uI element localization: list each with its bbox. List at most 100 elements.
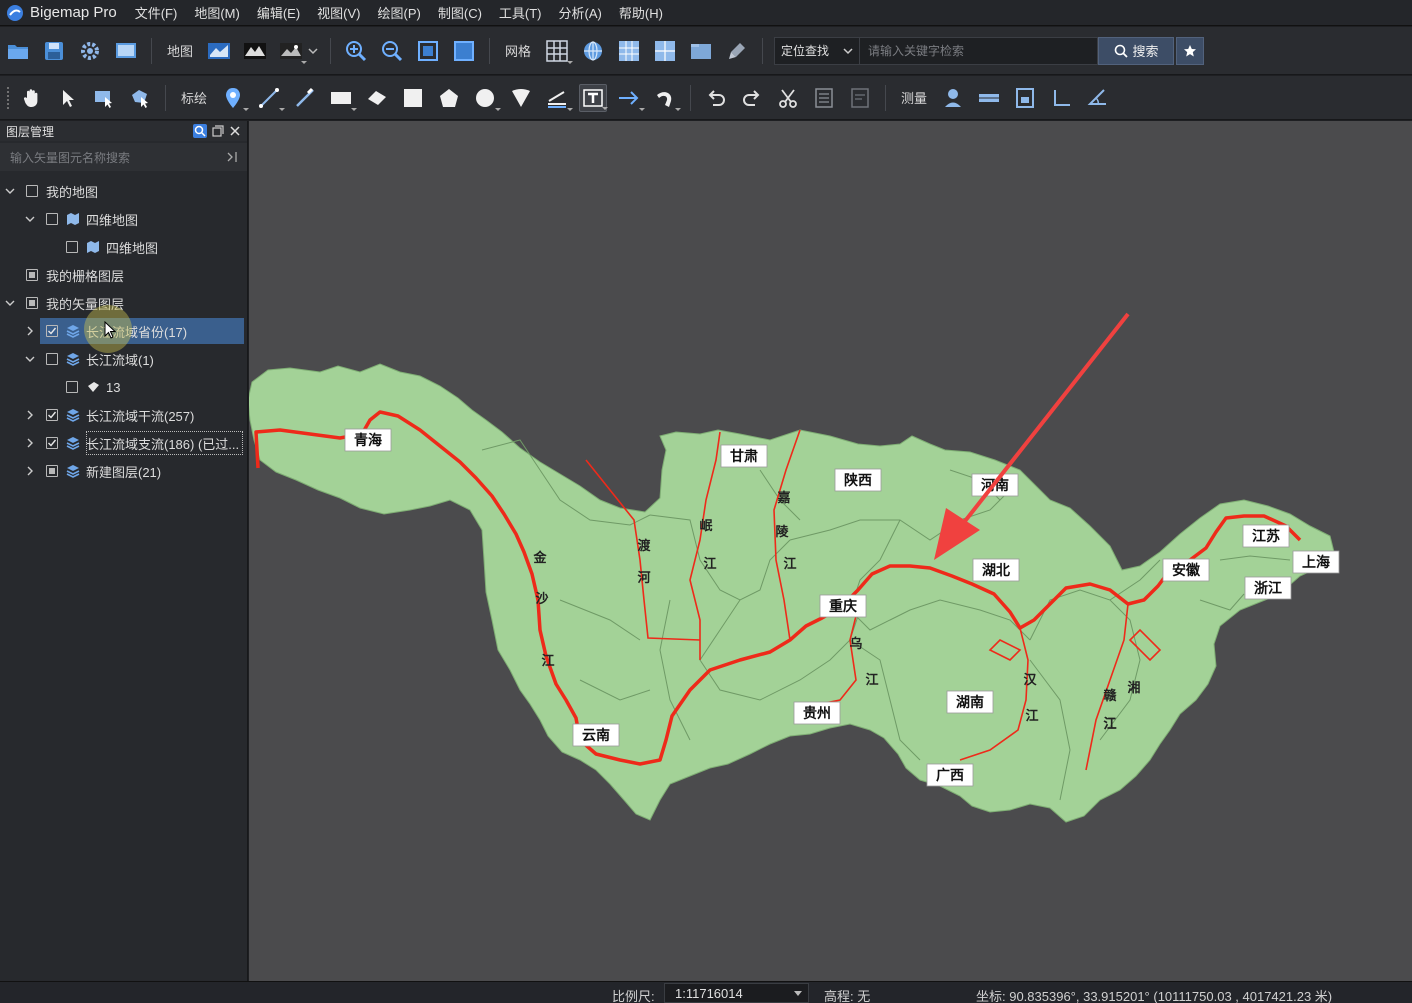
circle-draw-icon[interactable] (471, 84, 502, 112)
layer-tree-row[interactable]: 四维地图 (0, 233, 247, 261)
globe-grid-icon[interactable] (579, 37, 607, 65)
layer-tree-row[interactable]: 长江流域省份(17) (0, 305, 247, 353)
province-label: 湖北 (972, 558, 1020, 582)
undo-icon[interactable] (702, 84, 730, 112)
layer-checkbox[interactable] (46, 409, 58, 421)
chevron-right-icon[interactable] (24, 325, 36, 337)
menu-edit[interactable]: 编辑(E) (257, 3, 300, 22)
chevron-down-icon (843, 47, 853, 54)
chevron-down-icon[interactable] (4, 185, 16, 197)
document-icon[interactable] (846, 84, 874, 112)
menu-cartography[interactable]: 制图(C) (438, 3, 482, 22)
layer-tree-row[interactable]: 我的栅格图层 (0, 261, 247, 289)
sector-draw-icon[interactable] (507, 84, 535, 112)
layer-checkbox[interactable] (26, 297, 38, 309)
angle-measure-icon[interactable] (1083, 84, 1111, 112)
chevron-right-icon[interactable] (24, 437, 36, 449)
scale-select[interactable]: 1:11716014 (664, 983, 809, 1003)
float-window-icon[interactable] (212, 125, 224, 137)
layer-checkbox[interactable] (46, 353, 58, 365)
square-draw-icon[interactable] (399, 84, 427, 112)
area-measure-icon[interactable] (1011, 84, 1039, 112)
text-annotation-icon[interactable] (579, 83, 609, 112)
search-button[interactable]: 搜索 (1098, 36, 1175, 65)
zoom-extent-icon[interactable] (414, 37, 442, 65)
layer-tree-row[interactable]: 长江流域(1) (0, 345, 247, 373)
chevron-down-icon[interactable] (4, 297, 16, 309)
layer-checkbox[interactable] (46, 213, 58, 225)
location-person-icon[interactable] (939, 84, 967, 112)
menu-file[interactable]: 文件(F) (135, 3, 178, 22)
layer-search-box[interactable]: 输入矢量图元名称搜索 (0, 143, 247, 171)
folder-grid-icon[interactable] (687, 37, 715, 65)
freehand-line-icon[interactable] (291, 84, 319, 112)
rectangle-draw-icon[interactable] (327, 84, 358, 112)
layer-checkbox[interactable] (46, 325, 58, 337)
zoom-out-icon[interactable] (378, 37, 406, 65)
settings-gear-icon[interactable] (76, 37, 104, 65)
layer-checkbox[interactable] (26, 269, 38, 281)
layer-tree-row[interactable]: 新建图层(21) (0, 457, 247, 485)
chevron-down-icon[interactable] (24, 213, 36, 225)
box-select-icon[interactable] (90, 84, 118, 112)
menu-map[interactable]: 地图(M) (194, 3, 240, 22)
pan-hand-icon[interactable] (18, 84, 46, 112)
menu-draw[interactable]: 绘图(P) (378, 3, 421, 22)
layer-checkbox[interactable] (66, 241, 78, 253)
menu-help[interactable]: 帮助(H) (619, 3, 663, 22)
toolbar-grip[interactable] (6, 85, 10, 110)
distance-ruler-icon[interactable] (975, 84, 1003, 112)
satellite-map-icon[interactable] (205, 37, 233, 65)
parallelogram-draw-icon[interactable] (363, 84, 391, 112)
redo-icon[interactable] (738, 84, 766, 112)
chevron-right-icon[interactable] (24, 465, 36, 477)
km-grid-icon[interactable] (615, 37, 643, 65)
menu-view[interactable]: 视图(V) (317, 3, 360, 22)
zoom-in-icon[interactable] (342, 37, 370, 65)
select-arrow-icon[interactable] (54, 84, 82, 112)
measure-line-icon[interactable] (543, 84, 574, 112)
full-extent-icon[interactable] (450, 37, 478, 65)
river-label-char: 江 (1103, 716, 1116, 732)
grid-icon[interactable] (543, 37, 574, 65)
search-input[interactable] (860, 36, 1099, 65)
sheet-grid-icon[interactable] (651, 37, 679, 65)
layer-tree-row[interactable]: 四维地图 (0, 205, 247, 233)
menu-analysis[interactable]: 分析(A) (559, 3, 602, 22)
layer-checkbox[interactable] (66, 381, 78, 393)
layer-checkbox[interactable] (46, 465, 58, 477)
screen-display-icon[interactable] (112, 37, 140, 65)
marker-pin-icon[interactable] (219, 84, 250, 112)
polygon-select-icon[interactable] (126, 84, 154, 112)
attribute-table-icon[interactable] (810, 84, 838, 112)
height-measure-icon[interactable] (1047, 84, 1075, 112)
curved-arrow-icon[interactable] (651, 84, 682, 112)
clear-brush-icon[interactable] (723, 37, 751, 65)
arrow-draw-icon[interactable] (615, 84, 646, 112)
open-folder-icon[interactable] (4, 37, 32, 65)
pentagon-draw-icon[interactable] (435, 84, 463, 112)
panel-search-icon[interactable] (193, 124, 207, 138)
chevron-down-icon[interactable] (24, 353, 36, 365)
collapse-panel-icon[interactable] (225, 150, 239, 164)
image-map-icon[interactable] (277, 37, 308, 65)
favorite-button[interactable] (1176, 36, 1205, 65)
layer-checkbox[interactable] (46, 437, 58, 449)
line-draw-icon[interactable] (255, 84, 286, 112)
map-source-dropdown[interactable] (307, 37, 319, 65)
save-icon[interactable] (40, 37, 68, 65)
chevron-right-icon[interactable] (24, 409, 36, 421)
layer-checkbox[interactable] (26, 185, 38, 197)
close-icon[interactable] (229, 125, 241, 137)
layer-tree-row[interactable]: 我的地图 (0, 177, 247, 205)
menu-tools[interactable]: 工具(T) (499, 3, 542, 22)
layer-tree-row[interactable]: 13 (0, 373, 247, 401)
cut-scissors-icon[interactable] (774, 84, 802, 112)
terrain-map-icon[interactable] (241, 37, 269, 65)
layer-tree-row[interactable]: 长江流域干流(257) (0, 401, 247, 429)
layer-tree-row[interactable]: 我的矢量图层 (0, 289, 247, 317)
locate-mode-select[interactable]: 定位查找 (774, 36, 861, 65)
toolbar-separator (489, 37, 491, 64)
layer-tree-row[interactable]: 长江流域支流(186) (已过... (0, 429, 247, 457)
map-canvas[interactable]: 青海 甘肃 陕西 河南 湖北 重庆 贵州 湖南 广西 云南 安徽 江苏 上海 浙江 金沙江嘉陵江岷江渡河乌… (249, 121, 1412, 981)
